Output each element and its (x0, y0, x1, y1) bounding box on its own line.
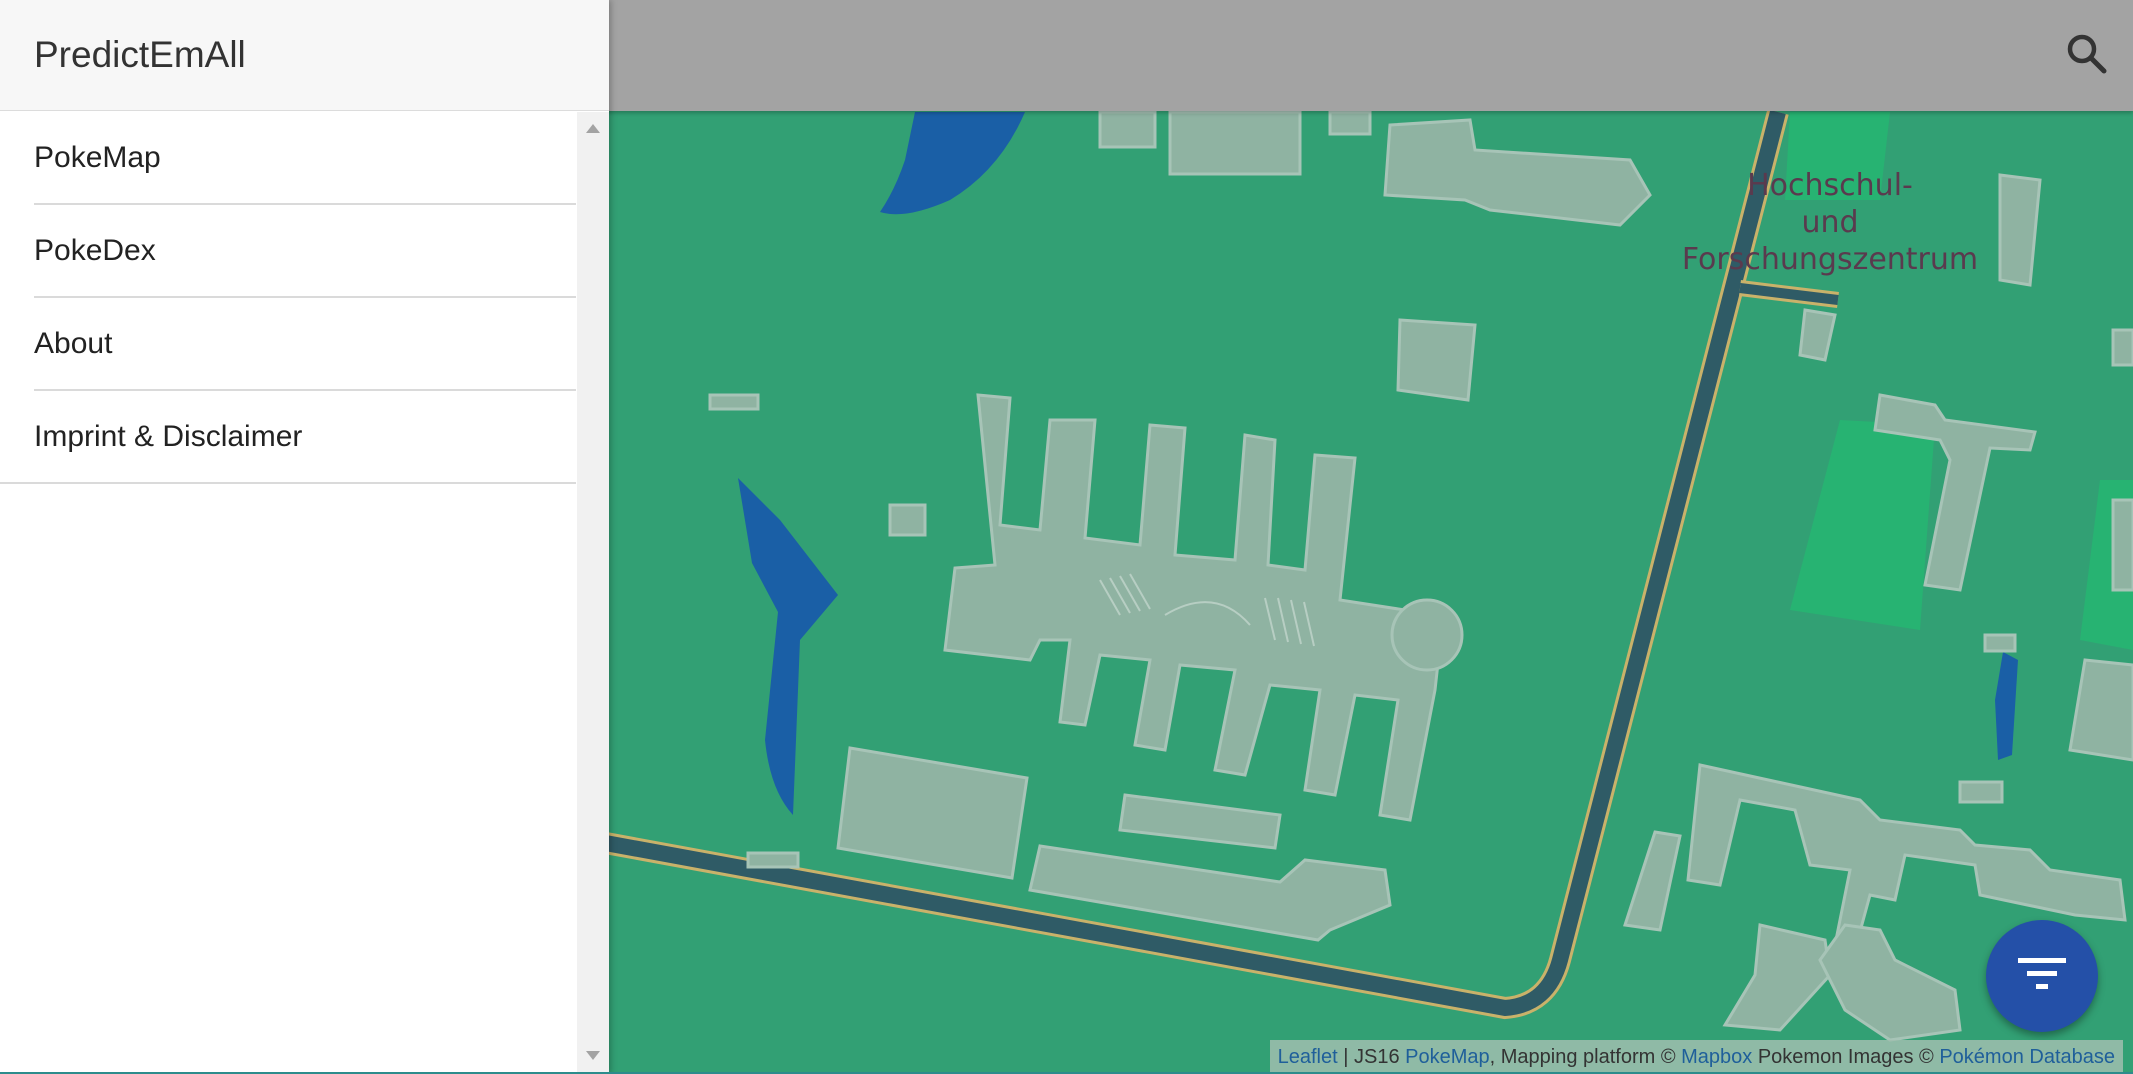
drawer-scrollbar[interactable] (577, 112, 609, 1072)
app-title: PredictEmAll (34, 34, 246, 75)
pokemon-database-link[interactable]: Pokémon Database (1939, 1046, 2115, 1068)
pokemap-link[interactable]: PokeMap (1405, 1046, 1490, 1068)
nav-item-pokemap[interactable]: PokeMap (34, 112, 576, 205)
nav-item-pokedex[interactable]: PokeDex (34, 205, 576, 298)
map-label-line: Forschungszentrum (1681, 242, 1979, 277)
map-label-line: Hochschul- (1747, 168, 1913, 203)
mapbox-link[interactable]: Mapbox (1681, 1046, 1752, 1068)
scroll-down-arrow-icon[interactable] (586, 1051, 600, 1060)
drawer-header: PredictEmAll (0, 0, 609, 111)
drawer-nav-list: PokeMap PokeDex About Imprint & Disclaim… (0, 112, 576, 1072)
attribution-text: , Mapping platform © (1489, 1046, 1682, 1068)
nav-drawer: PredictEmAll PokeMap PokeDex About Impri… (0, 0, 609, 1074)
search-icon (2064, 31, 2108, 80)
attribution-text: Pokemon Images © (1752, 1046, 1940, 1068)
map-label-line: und (1801, 205, 1859, 240)
filter-icon (2018, 957, 2066, 996)
scroll-up-arrow-icon[interactable] (586, 124, 600, 133)
nav-item-about[interactable]: About (34, 298, 576, 391)
nav-item-imprint[interactable]: Imprint & Disclaimer (0, 391, 576, 484)
map-attribution: Leaflet | JS16 PokeMap, Mapping platform… (1269, 1040, 2123, 1074)
leaflet-link[interactable]: Leaflet (1278, 1046, 1338, 1068)
filter-button[interactable] (1986, 920, 2098, 1032)
search-button[interactable] (2061, 30, 2111, 80)
map-label: Hochschul- und Forschungszentrum (1660, 167, 2000, 278)
attribution-text: | JS16 (1337, 1046, 1406, 1068)
